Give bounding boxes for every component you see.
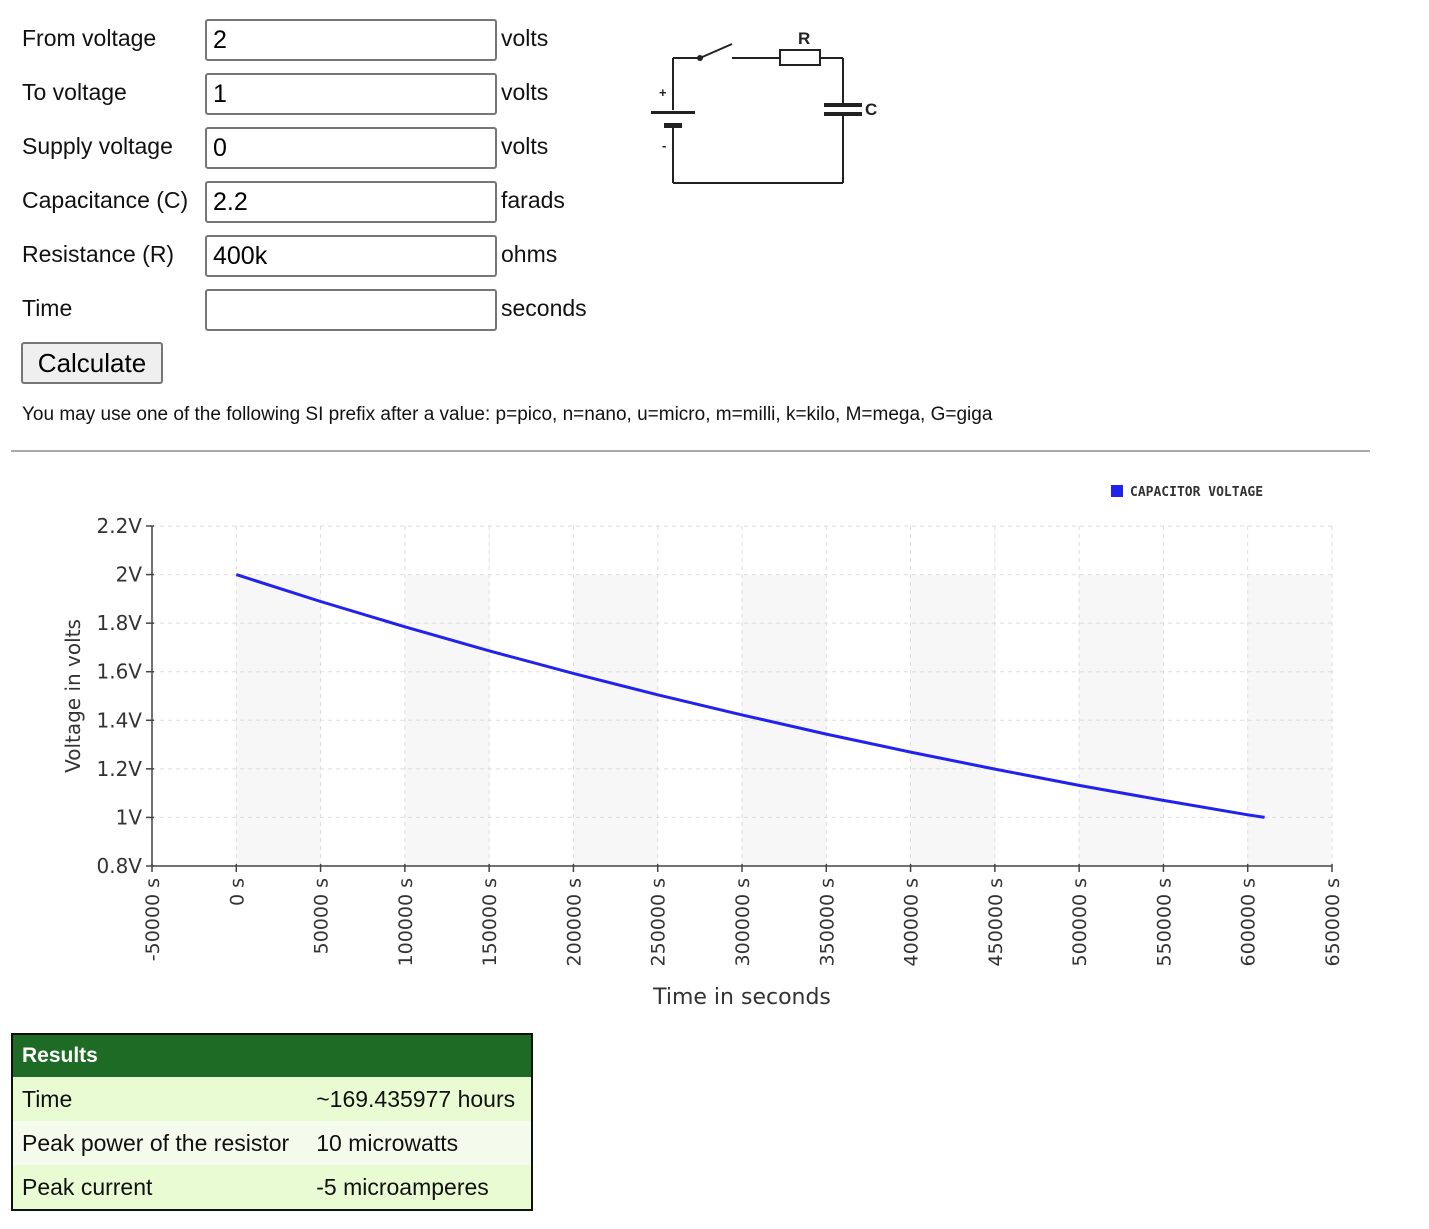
table-row: Time ~169.435977 hours	[12, 1077, 532, 1121]
resistance-label: Resistance (R)	[22, 241, 175, 267]
table-row: Peak power of the resistor 10 microwatts	[12, 1121, 532, 1165]
resistor-icon	[779, 49, 821, 66]
resistance-input[interactable]	[205, 235, 497, 277]
to-voltage-unit: volts	[501, 79, 549, 105]
supply-voltage-input[interactable]	[205, 127, 497, 169]
supply-voltage-label: Supply voltage	[22, 133, 173, 159]
rc-circuit-diagram: R C + -	[651, 29, 877, 184]
from-voltage-input[interactable]	[205, 19, 497, 61]
y-tick-label: 1.6V	[97, 660, 143, 684]
legend-swatch	[1111, 485, 1123, 497]
x-tick-label: 300000 s	[732, 878, 754, 966]
x-axis-ticks: -50000 s 0 s 50000 s 100000 s 150000 s 200000…	[142, 864, 1344, 966]
y-tick-label: 1.4V	[97, 708, 143, 732]
capacitor-icon	[824, 103, 862, 107]
result-label: Time	[12, 1077, 308, 1121]
result-label: Peak current	[12, 1165, 308, 1210]
x-tick-label: 150000 s	[479, 878, 501, 966]
y-tick-label: 1.8V	[97, 611, 143, 635]
y-tick-label: 2V	[116, 563, 143, 587]
x-tick-label: 550000 s	[1153, 878, 1175, 966]
chart-legend: CAPACITOR VOLTAGE	[1111, 485, 1263, 500]
capacitance-unit: farads	[501, 187, 565, 213]
capacitor-label: C	[865, 100, 877, 119]
y-tick-label: 1.2V	[97, 757, 143, 781]
x-axis-label: Time in seconds	[652, 985, 831, 1010]
result-value: -5 microamperes	[307, 1165, 532, 1210]
x-tick-label: 600000 s	[1238, 878, 1260, 966]
x-tick-label: 100000 s	[395, 878, 417, 966]
from-voltage-unit: volts	[501, 25, 549, 51]
x-tick-label: 450000 s	[985, 878, 1007, 966]
switch-icon	[699, 43, 733, 59]
capacitance-input[interactable]	[205, 181, 497, 223]
time-input[interactable]	[205, 289, 497, 331]
battery-icon	[651, 111, 695, 114]
to-voltage-label: To voltage	[22, 79, 127, 105]
supply-voltage-unit: volts	[501, 133, 549, 159]
battery-plate	[664, 123, 682, 128]
y-axis-label: Voltage in volts	[61, 619, 85, 773]
y-tick-label: 1V	[116, 805, 143, 829]
results-table: Results Time ~169.435977 hours Peak powe…	[11, 1033, 533, 1211]
capacitor-plate	[824, 112, 862, 116]
x-tick-label: 350000 s	[816, 878, 838, 966]
switch-pivot	[697, 55, 703, 61]
battery-plus-label: +	[659, 85, 667, 100]
x-tick-label: 500000 s	[1069, 878, 1091, 966]
si-prefix-hint: You may use one of the following SI pref…	[22, 404, 993, 425]
calculate-button[interactable]: Calculate	[21, 342, 163, 384]
result-label: Peak power of the resistor	[12, 1121, 308, 1165]
capacitance-label: Capacitance (C)	[22, 187, 189, 213]
result-value: ~169.435977 hours	[307, 1077, 532, 1121]
x-tick-label: 50000 s	[311, 878, 333, 954]
time-label: Time	[22, 295, 73, 321]
result-value: 10 microwatts	[307, 1121, 532, 1165]
time-unit: seconds	[501, 295, 587, 321]
x-tick-label: 650000 s	[1322, 878, 1344, 966]
resistance-unit: ohms	[501, 241, 558, 267]
table-row: Peak current -5 microamperes	[12, 1165, 532, 1210]
from-voltage-label: From voltage	[22, 25, 157, 51]
resistor-label: R	[798, 29, 810, 48]
x-tick-label: 0 s	[226, 878, 248, 906]
x-tick-label: 250000 s	[648, 878, 670, 966]
y-tick-label: 0.8V	[97, 854, 143, 878]
section-divider	[11, 450, 1370, 452]
to-voltage-input[interactable]	[205, 73, 497, 115]
y-tick-label: 2.2V	[97, 514, 143, 538]
results-header: Results	[12, 1034, 532, 1077]
x-tick-label: 400000 s	[901, 878, 923, 966]
capacitor-voltage-chart: 2.2V 2V 1.8V 1.6V 1.4V 1.2V 1V 0.8V -50000 s 0 s…	[61, 485, 1344, 1010]
y-axis-ticks: 2.2V 2V 1.8V 1.6V 1.4V 1.2V 1V 0.8V	[97, 514, 154, 878]
x-tick-label: 200000 s	[563, 878, 585, 966]
battery-minus-label: -	[662, 138, 666, 153]
legend-label: CAPACITOR VOLTAGE	[1130, 485, 1263, 500]
x-tick-label: -50000 s	[142, 878, 164, 961]
